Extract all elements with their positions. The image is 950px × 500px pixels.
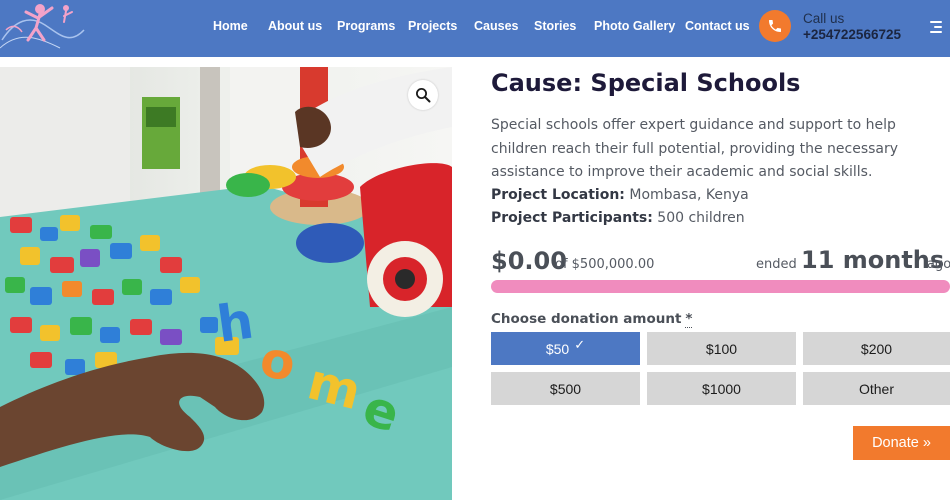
project-participants: Project Participants: 500 children: [491, 210, 745, 226]
required-mark: *: [685, 311, 693, 328]
project-participants-label: Project Participants:: [491, 210, 653, 226]
amount-option-500[interactable]: $500: [491, 372, 640, 405]
call-us-label: Call us: [803, 11, 845, 26]
amount-option-label: $200: [860, 340, 893, 357]
ended-prefix: ended: [756, 257, 797, 272]
nav-item-projects[interactable]: Projects: [408, 19, 457, 33]
cause-description: Special schools offer expert guidance an…: [491, 117, 899, 180]
donation-progress-bar: [491, 280, 950, 293]
project-participants-value: 500 children: [657, 210, 745, 226]
magnifier-icon[interactable]: [408, 80, 438, 110]
amount-option-label: $1000: [702, 380, 741, 397]
project-location-label: Project Location:: [491, 187, 625, 203]
nav-item-about-us[interactable]: About us: [268, 19, 322, 33]
amount-option-1000[interactable]: $1000: [647, 372, 796, 405]
nav-item-stories[interactable]: Stories: [534, 19, 576, 33]
nav-item-photo-gallery[interactable]: Photo Gallery: [594, 19, 675, 33]
amount-option-50[interactable]: $50 ✓: [491, 332, 640, 365]
cause-title: Cause: Special Schools: [491, 69, 801, 97]
hamburger-menu-icon[interactable]: [928, 20, 942, 34]
goal-amount: of $500,000.00: [555, 257, 655, 272]
amount-option-100[interactable]: $100: [647, 332, 796, 365]
donation-amount-label-text: Choose donation amount: [491, 311, 682, 327]
nav-item-programs[interactable]: Programs: [337, 19, 395, 33]
check-icon: ✓: [574, 336, 586, 352]
ended-suffix: ago: [927, 257, 950, 272]
nav-item-home[interactable]: Home: [213, 19, 248, 33]
donate-button[interactable]: Donate »: [853, 426, 950, 460]
site-logo[interactable]: [0, 0, 85, 55]
amount-option-label: $500: [549, 380, 582, 397]
nav-item-contact-us[interactable]: Contact us: [685, 19, 750, 33]
cause-image[interactable]: h o m e: [0, 67, 452, 500]
amount-option-label: Other: [858, 380, 894, 397]
site-header: Home About us Programs Projects Causes S…: [0, 0, 950, 57]
donation-amount-label: Choose donation amount *: [491, 311, 693, 328]
amount-option-other[interactable]: Other: [803, 372, 950, 405]
amount-option-label: $50: [545, 340, 570, 357]
project-location: Project Location: Mombasa, Kenya: [491, 187, 749, 203]
call-number[interactable]: +254722566725: [803, 27, 901, 42]
phone-icon[interactable]: [759, 10, 791, 42]
ended-duration: 11 months: [801, 246, 945, 274]
nav-item-causes[interactable]: Causes: [474, 19, 518, 33]
amount-option-200[interactable]: $200: [803, 332, 950, 365]
amount-option-label: $100: [705, 340, 738, 357]
project-location-value: Mombasa, Kenya: [629, 187, 749, 203]
